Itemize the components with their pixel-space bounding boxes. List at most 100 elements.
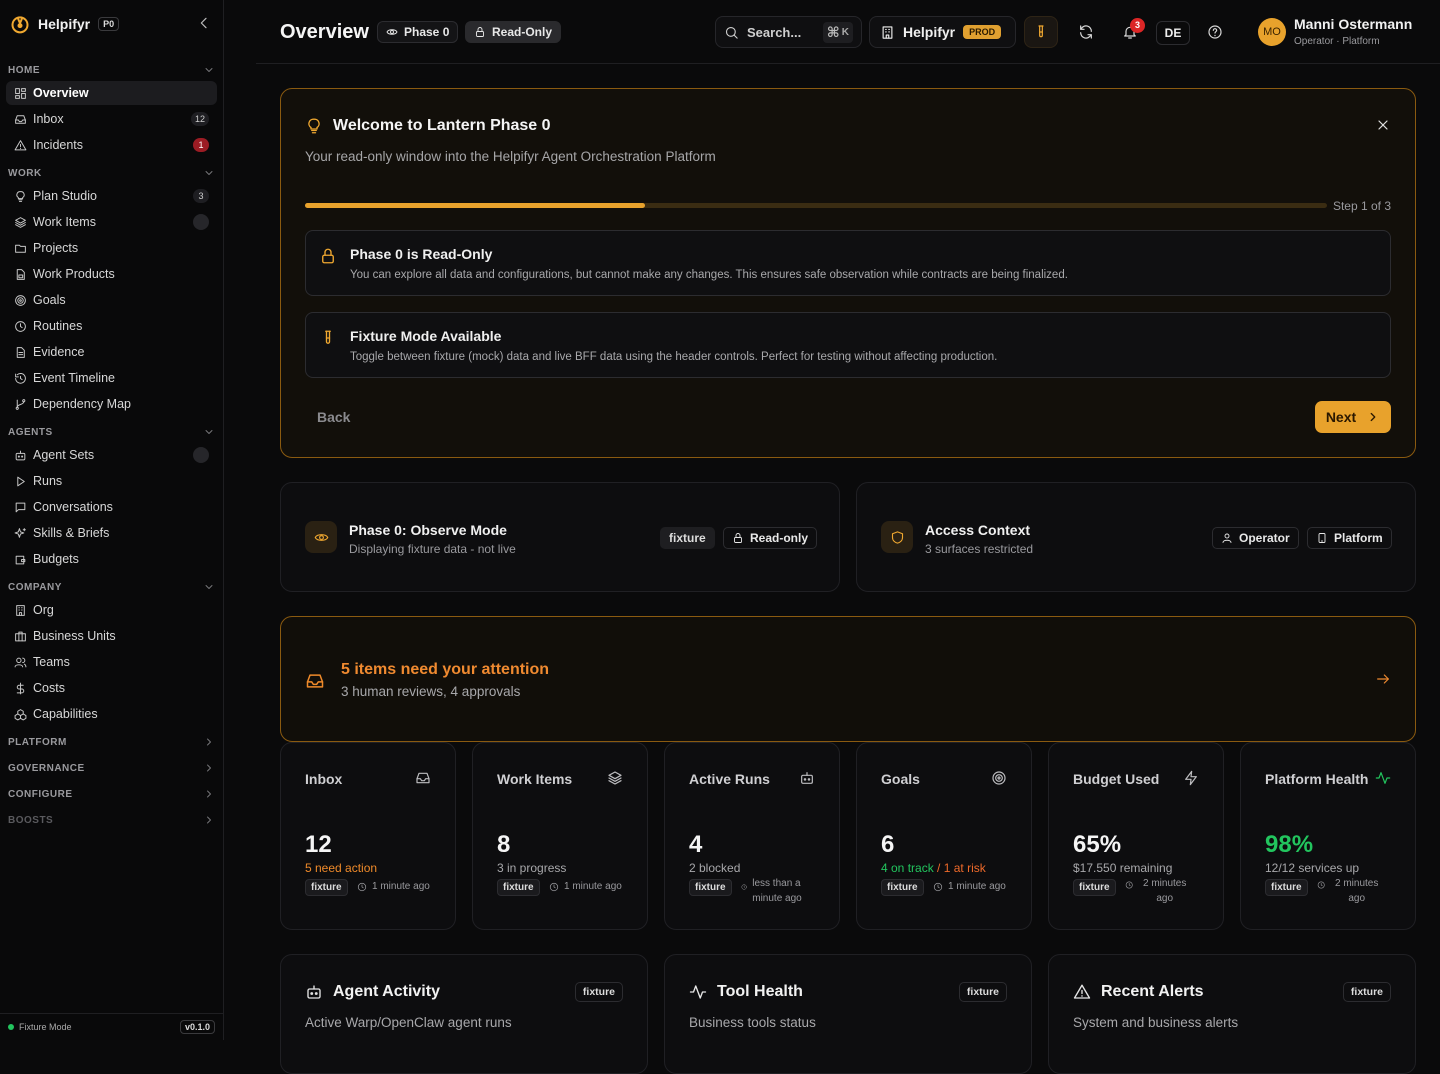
- sparkles-icon: [14, 527, 26, 538]
- sidebar-item-work-items[interactable]: Work Items: [6, 210, 217, 234]
- layers-icon: [608, 771, 622, 785]
- chevron-right-icon: [207, 816, 211, 824]
- stat-value: 12: [305, 831, 332, 858]
- panel-desc: System and business alerts: [1073, 1015, 1239, 1030]
- sidebar-item-runs[interactable]: Runs: [6, 469, 217, 493]
- sidebar-item-inbox[interactable]: Inbox 12: [6, 107, 217, 131]
- clock-icon: [15, 320, 26, 332]
- panel-title: Recent Alerts: [1073, 983, 1204, 1001]
- section-home[interactable]: HOME: [0, 60, 223, 80]
- back-button[interactable]: Back: [317, 409, 350, 425]
- eye-icon: [314, 533, 328, 541]
- help-button[interactable]: [1198, 16, 1232, 48]
- sidebar-item-dependency-map[interactable]: Dependency Map: [6, 392, 217, 416]
- wallet-icon: [15, 555, 26, 564]
- clock-icon: [1125, 881, 1133, 889]
- user-name[interactable]: Manni Ostermann: [1294, 16, 1412, 32]
- brand[interactable]: Helpifyr P0: [10, 12, 120, 36]
- inbox-count-badge: 12: [190, 112, 209, 126]
- section-company[interactable]: COMPANY: [0, 577, 223, 597]
- sidebar-item-teams[interactable]: Teams: [6, 650, 217, 674]
- search-button[interactable]: Search... ⌘ K: [715, 16, 862, 48]
- language-switcher[interactable]: DE: [1156, 21, 1190, 45]
- sidebar-item-capabilities[interactable]: Capabilities: [6, 702, 217, 726]
- target-icon: [992, 771, 1006, 785]
- activity-icon: [1375, 772, 1391, 784]
- observe-icon-box: [305, 521, 337, 553]
- env-badge: PROD: [963, 25, 1002, 39]
- tenant-switcher[interactable]: Helpifyr PROD: [869, 16, 1016, 48]
- sidebar: Helpifyr P0 HOME Overview Inbox 12 Incide…: [0, 0, 224, 1040]
- readonly-chip: Read-only: [723, 527, 818, 549]
- sidebar-item-incidents[interactable]: Incidents 1: [6, 133, 217, 157]
- sidebar-item-costs[interactable]: Costs: [6, 676, 217, 700]
- alert-triangle-icon: [14, 139, 27, 150]
- sidebar-item-routines[interactable]: Routines: [6, 314, 217, 338]
- timestamp: 1 minute ago: [357, 881, 430, 892]
- history-icon: [15, 372, 26, 384]
- refresh-button[interactable]: [1069, 16, 1103, 48]
- stat-card-budget[interactable]: Budget Used 65% $17.550 remaining fixtur…: [1048, 742, 1224, 930]
- stat-value: 98%: [1265, 831, 1314, 858]
- stat-sub: 3 in progress: [497, 861, 567, 875]
- attention-banner[interactable]: 5 items need your attention 3 human revi…: [280, 616, 1416, 742]
- sidebar-item-evidence[interactable]: Evidence: [6, 340, 217, 364]
- stat-label: Work Items: [497, 771, 573, 787]
- section-governance[interactable]: GOVERNANCE: [0, 758, 223, 778]
- tool-health-panel: Tool Health Business tools status fixtur…: [664, 954, 1032, 1074]
- chevron-right-icon: [207, 738, 211, 746]
- clock-icon: [357, 882, 367, 892]
- sidebar-item-business-units[interactable]: Business Units: [6, 624, 217, 648]
- next-button[interactable]: Next: [1315, 401, 1391, 433]
- chevron-right-icon: [207, 790, 211, 798]
- layers-icon: [15, 216, 26, 228]
- sidebar-item-budgets[interactable]: Budgets: [6, 547, 217, 571]
- collapse-sidebar-icon[interactable]: [196, 15, 212, 31]
- stat-card-goals[interactable]: Goals 6 4 on track / 1 at risk fixture 1…: [856, 742, 1032, 930]
- sidebar-item-org[interactable]: Org: [6, 598, 217, 622]
- briefcase-icon: [15, 631, 26, 641]
- section-boosts[interactable]: BOOSTS: [0, 810, 223, 830]
- sidebar-item-overview[interactable]: Overview: [6, 81, 217, 105]
- user-avatar[interactable]: MO: [1258, 18, 1286, 46]
- fixture-note-desc: Toggle between fixture (mock) data and l…: [350, 351, 998, 363]
- section-configure[interactable]: CONFIGURE: [0, 784, 223, 804]
- sidebar-item-conversations[interactable]: Conversations: [6, 495, 217, 519]
- stat-label: Goals: [881, 771, 920, 787]
- stat-card-work-items[interactable]: Work Items 8 3 in progress fixture 1 min…: [472, 742, 648, 930]
- stat-card-inbox[interactable]: Inbox 12 5 need action fixture 1 minute …: [280, 742, 456, 930]
- stat-label: Budget Used: [1073, 771, 1160, 787]
- sidebar-item-projects[interactable]: Projects: [6, 236, 217, 260]
- alert-triangle-icon: [1073, 984, 1091, 999]
- fixture-toggle-button[interactable]: [1024, 16, 1058, 48]
- layout-grid-icon: [15, 87, 26, 99]
- user-role: Operator · Platform: [1294, 36, 1380, 47]
- sidebar-item-goals[interactable]: Goals: [6, 288, 217, 312]
- operator-chip: Operator: [1212, 527, 1299, 549]
- sidebar-item-event-timeline[interactable]: Event Timeline: [6, 366, 217, 390]
- fixture-note: Fixture Mode Available Toggle between fi…: [305, 312, 1391, 378]
- stat-card-active-runs[interactable]: Active Runs 4 2 blocked fixture less tha…: [664, 742, 840, 930]
- access-desc: 3 surfaces restricted: [925, 542, 1034, 556]
- clock-icon: [549, 882, 559, 892]
- section-work[interactable]: WORK: [0, 163, 223, 183]
- close-icon[interactable]: [1375, 117, 1391, 133]
- section-platform[interactable]: PLATFORM: [0, 732, 223, 752]
- building-icon: [16, 604, 25, 616]
- platform-chip: Platform: [1307, 527, 1392, 549]
- bot-icon: [801, 772, 813, 784]
- sidebar-item-plan-studio[interactable]: Plan Studio 3: [6, 184, 217, 208]
- sidebar-item-work-products[interactable]: Work Products: [6, 262, 217, 286]
- arrow-right-icon: [1377, 674, 1389, 684]
- users-icon: [14, 657, 27, 667]
- section-agents[interactable]: AGENTS: [0, 422, 223, 442]
- plan-studio-count-badge: 3: [193, 189, 209, 203]
- stat-card-platform-health[interactable]: Platform Health 98% 12/12 services up fi…: [1240, 742, 1416, 930]
- version-badge: v0.1.0: [179, 1020, 215, 1034]
- chevron-down-icon: [205, 430, 213, 434]
- file-box-icon: [16, 268, 25, 280]
- notifications-button[interactable]: 3: [1113, 16, 1147, 48]
- sidebar-item-agent-sets[interactable]: Agent Sets: [6, 443, 217, 467]
- timestamp: 2 minutes ago: [1125, 876, 1191, 906]
- sidebar-item-skills-briefs[interactable]: Skills & Briefs: [6, 521, 217, 545]
